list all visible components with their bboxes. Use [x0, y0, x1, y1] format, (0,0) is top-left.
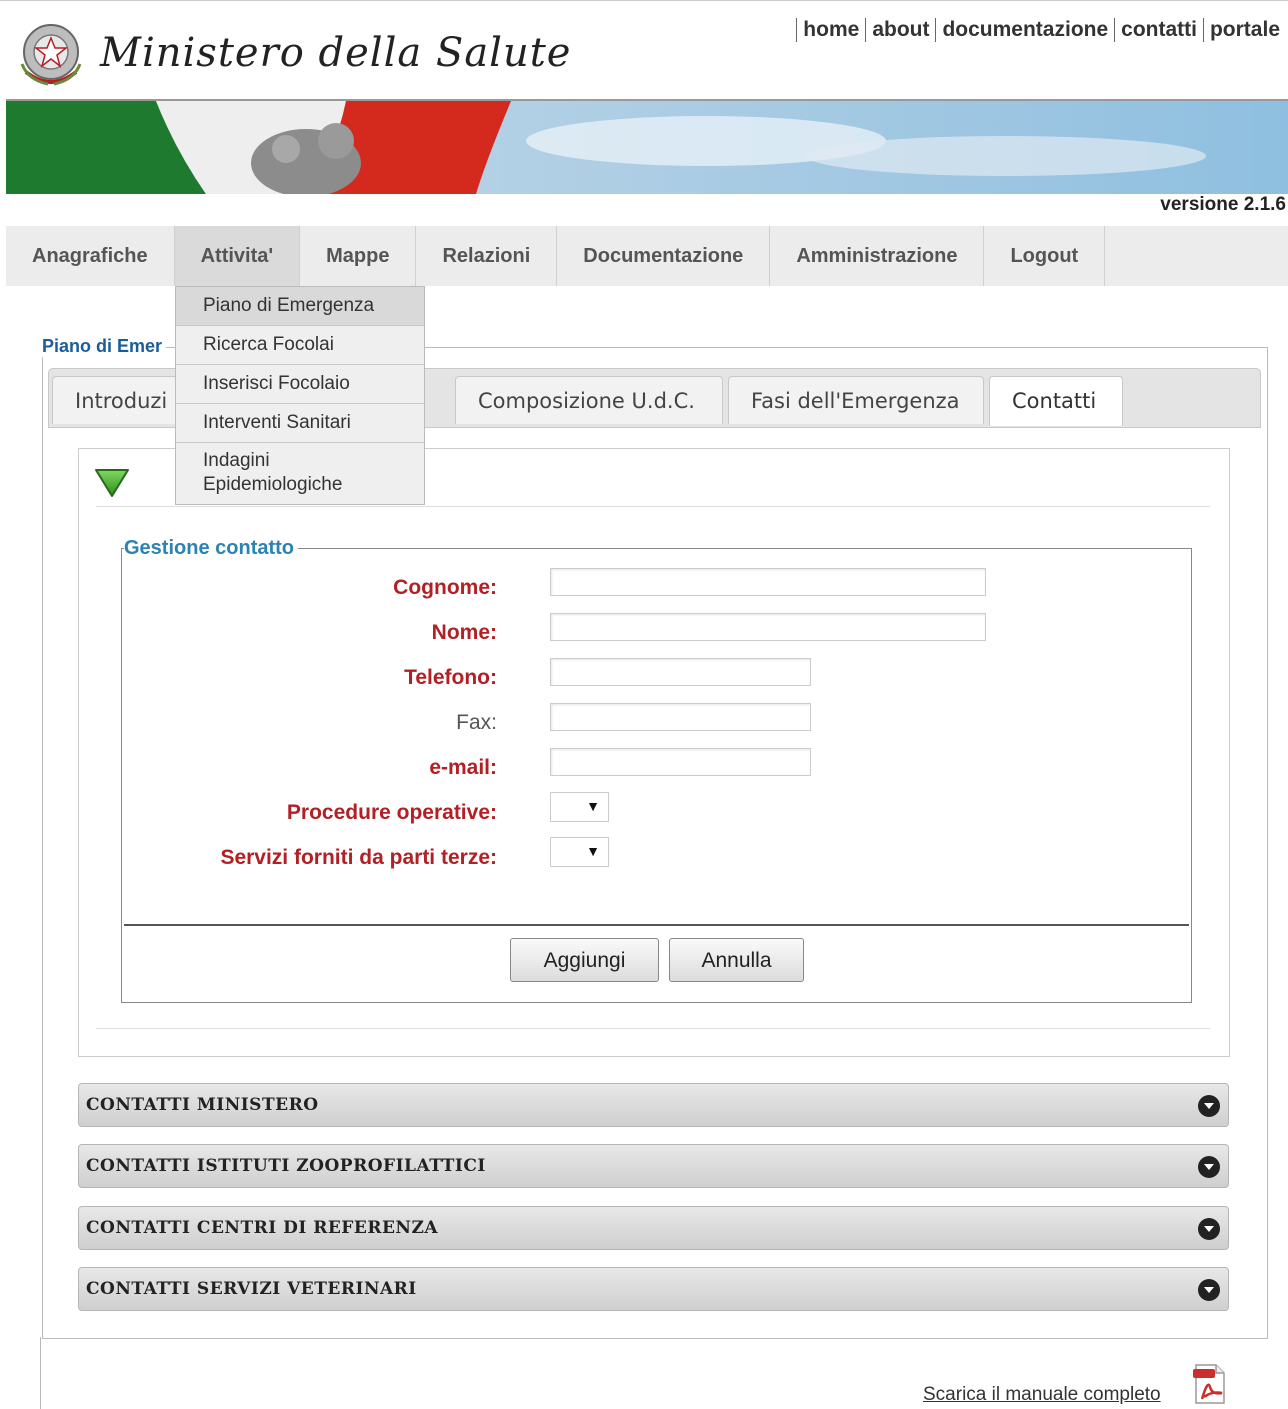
tab-contatti[interactable]: Contatti [989, 376, 1123, 426]
add-button[interactable]: Aggiungi [510, 938, 659, 982]
nome-input[interactable] [550, 613, 986, 641]
accordion-label: CONTATTI SERVIZI VETERINARI [86, 1279, 417, 1299]
telefono-label: Telefono: [404, 666, 497, 689]
menu-item-logout[interactable]: Logout [984, 226, 1106, 286]
accordion-contatti-ministero[interactable]: CONTATTI MINISTERO [78, 1083, 1229, 1127]
dropdown-item-ricerca-focolai[interactable]: Ricerca Focolai [176, 326, 424, 365]
top-links: home about documentazione contatti porta… [796, 18, 1280, 42]
dropdown-item-inserisci-focolaio[interactable]: Inserisci Focolaio [176, 365, 424, 404]
panel-divider-top [96, 506, 1210, 507]
menu-item-attivita[interactable]: Attivita' [174, 226, 301, 286]
top-link-portale[interactable]: portale [1202, 18, 1280, 42]
tab-fasi-emergenza[interactable]: Fasi dell'Emergenza [728, 376, 984, 424]
chevron-down-icon [1198, 1095, 1220, 1117]
tab-composizione-udc[interactable]: Composizione U.d.C. [455, 376, 723, 424]
main-menu: Anagrafiche Attivita' Mappe Relazioni Do… [6, 226, 1288, 286]
chevron-down-icon [1198, 1279, 1220, 1301]
procedure-label: Procedure operative: [286, 801, 497, 824]
email-input[interactable] [550, 748, 811, 776]
header-banner-image [6, 99, 1288, 194]
chevron-down-icon [1198, 1218, 1220, 1240]
cognome-label: Cognome: [393, 576, 497, 599]
fax-input[interactable] [550, 703, 811, 731]
dropdown-item-piano-emergenza[interactable]: Piano di Emergenza [176, 287, 424, 326]
top-link-contatti[interactable]: contatti [1114, 18, 1203, 42]
menu-item-relazioni[interactable]: Relazioni [416, 226, 558, 286]
form-divider [124, 924, 1189, 926]
chevron-down-icon [1198, 1156, 1220, 1178]
download-manual-link[interactable]: Scarica il manuale completo [923, 1384, 1161, 1406]
pdf-icon[interactable] [1192, 1363, 1228, 1405]
accordion-label: CONTATTI CENTRI DI REFERENZA [86, 1218, 439, 1238]
panel-divider-bottom [96, 1028, 1210, 1029]
outer-legend: Piano di Emer [42, 336, 167, 357]
procedure-select[interactable]: ▼ [550, 792, 609, 822]
telefono-input[interactable] [550, 658, 811, 686]
dropdown-item-interventi-sanitari[interactable]: Interventi Sanitari [176, 404, 424, 443]
emblem-icon [20, 24, 82, 86]
cognome-input[interactable] [550, 568, 986, 596]
chevron-down-icon: ▼ [586, 798, 600, 814]
logo-text: Ministero della Salute [100, 30, 572, 76]
nome-label: Nome: [431, 621, 497, 644]
chevron-down-icon: ▼ [586, 843, 600, 859]
top-link-documentazione[interactable]: documentazione [935, 18, 1114, 42]
menu-item-mappe[interactable]: Mappe [300, 226, 417, 286]
accordion-label: CONTATTI MINISTERO [86, 1095, 319, 1115]
fax-label: Fax: [456, 711, 497, 734]
accordion-contatti-centri[interactable]: CONTATTI CENTRI DI REFERENZA [78, 1206, 1229, 1250]
servizi-label: Servizi forniti da parti terze: [220, 846, 497, 869]
page-border [40, 1337, 41, 1409]
top-link-about[interactable]: about [865, 18, 935, 42]
menu-item-amministrazione[interactable]: Amministrazione [770, 226, 985, 286]
form-legend: Gestione contatto [124, 537, 299, 560]
menu-item-anagrafiche[interactable]: Anagrafiche [6, 226, 175, 286]
version-label: versione 2.1.6 [1160, 194, 1286, 215]
dropdown-item-indagini-epidemiologiche[interactable]: Indagini Epidemiologiche [176, 443, 424, 504]
accordion-label: CONTATTI ISTITUTI ZOOPROFILATTICI [86, 1156, 486, 1176]
toggle-down-icon[interactable] [94, 468, 130, 498]
email-label: e-mail: [429, 756, 497, 779]
accordion-contatti-istituti[interactable]: CONTATTI ISTITUTI ZOOPROFILATTICI [78, 1144, 1229, 1188]
menu-item-documentazione[interactable]: Documentazione [557, 226, 771, 286]
accordion-contatti-servizi[interactable]: CONTATTI SERVIZI VETERINARI [78, 1267, 1229, 1311]
top-link-home[interactable]: home [796, 18, 865, 42]
servizi-select[interactable]: ▼ [550, 837, 609, 867]
cancel-button[interactable]: Annulla [669, 938, 804, 982]
attivita-dropdown: Piano di Emergenza Ricerca Focolai Inser… [175, 286, 425, 505]
